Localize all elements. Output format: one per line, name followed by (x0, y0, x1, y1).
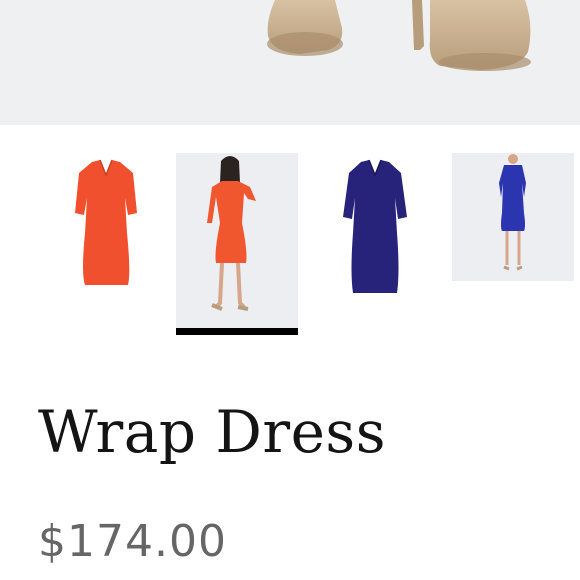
thumbnail-blue-dress-model[interactable] (452, 153, 574, 281)
thumbnail-orange-dress[interactable] (45, 153, 167, 333)
thumbnail-orange-dress-model[interactable] (176, 153, 298, 333)
thumbnail-navy-dress[interactable] (315, 153, 437, 333)
thumbnail-strip (0, 125, 580, 340)
product-title: Wrap Dress (38, 398, 386, 466)
hero-image (0, 0, 580, 125)
product-price: $174.00 (38, 516, 227, 567)
selected-thumbnail-indicator (176, 328, 298, 335)
